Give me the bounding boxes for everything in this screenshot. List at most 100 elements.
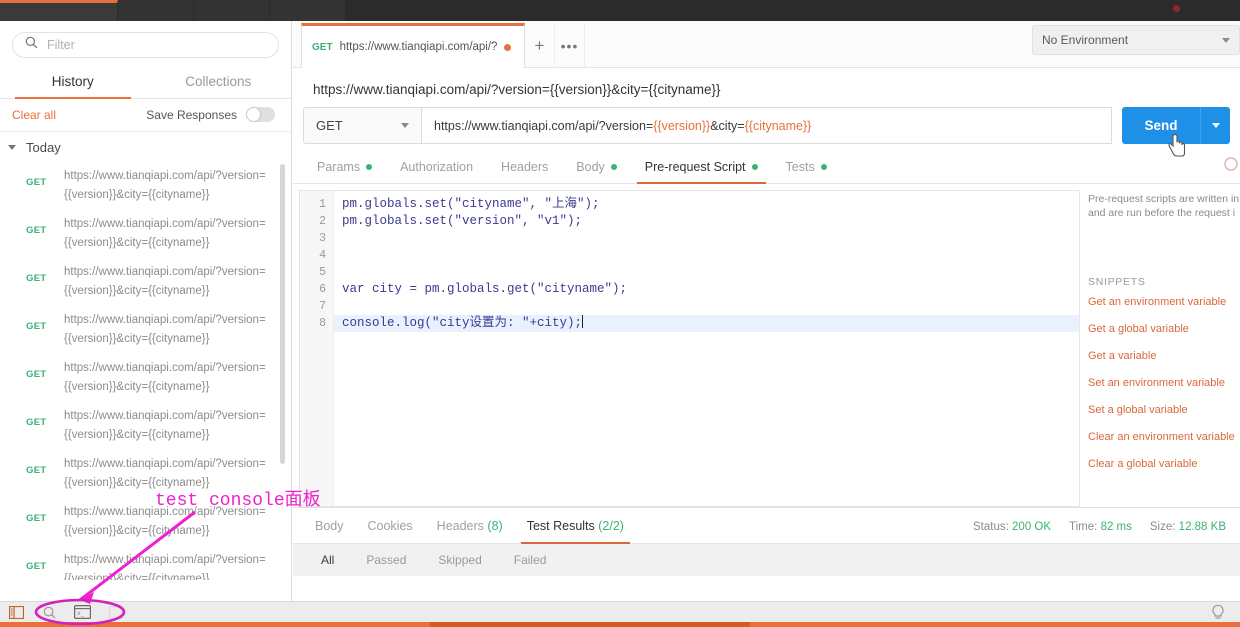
code-content[interactable]: pm.globals.set("cityname", "上海"); pm.glo…	[300, 191, 1079, 332]
response-tab-body[interactable]: Body	[303, 519, 356, 543]
line-number: 6	[319, 283, 326, 296]
filter-skipped[interactable]: Skipped	[422, 544, 497, 576]
status-label: Status:	[973, 521, 1009, 533]
docs-description-line-2: and are run before the request i	[1088, 207, 1236, 219]
sidebar-scrollbar[interactable]	[280, 164, 285, 464]
http-method-badge: GET	[26, 369, 47, 380]
snippet-item[interactable]: Set an environment variable	[1088, 377, 1240, 389]
console-icon[interactable]: >_	[66, 602, 99, 623]
history-item-url: https://www.tianqiapi.com/api/?version={…	[64, 458, 266, 489]
snippets-heading: SNIPPETS	[1088, 276, 1146, 288]
tab-pre-request-script[interactable]: Pre-request Script	[631, 160, 772, 184]
search-input[interactable]	[47, 38, 266, 52]
time-value: 82 ms	[1100, 521, 1132, 533]
request-config-tabs: Params Authorization Headers Body Pre-re…	[293, 144, 1240, 184]
history-item[interactable]: GET https://www.tianqiapi.com/api/?versi…	[0, 546, 291, 580]
history-item[interactable]: GET https://www.tianqiapi.com/api/?versi…	[0, 450, 291, 498]
url-input[interactable]: https://www.tianqiapi.com/api/?version={…	[421, 107, 1112, 144]
snippet-item[interactable]: Clear a global variable	[1088, 458, 1240, 470]
history-item[interactable]: GET https://www.tianqiapi.com/api/?versi…	[0, 306, 291, 354]
http-method-badge: GET	[26, 225, 47, 236]
runner-icon[interactable]	[99, 602, 132, 623]
filter-all[interactable]: All	[305, 544, 350, 576]
http-method-badge: GET	[26, 177, 47, 188]
url-middle: &city=	[710, 118, 745, 133]
tab-pre-request-script-label: Pre-request Script	[644, 160, 746, 174]
window-tab-1[interactable]	[0, 0, 118, 21]
save-responses-toggle[interactable]	[246, 107, 275, 122]
response-tab-cookies-label: Cookies	[367, 519, 413, 533]
code-line-active: console.log("city设置为: "+city);	[300, 315, 1079, 332]
chevron-down-icon	[8, 145, 16, 150]
tab-params-label: Params	[317, 160, 361, 174]
response-tab-headers[interactable]: Headers (8)	[425, 519, 515, 543]
bottom-orange-segment	[430, 622, 750, 627]
snippet-item[interactable]: Get an environment variable	[1088, 296, 1240, 308]
tab-options-button[interactable]: •••	[555, 23, 585, 68]
response-meta: Status: 200 OK Time: 82 ms Size: 12.88 K…	[973, 521, 1226, 533]
history-item[interactable]: GET https://www.tianqiapi.com/api/?versi…	[0, 210, 291, 258]
snippet-item[interactable]: Get a variable	[1088, 350, 1240, 362]
tab-tests-label: Tests	[785, 160, 815, 174]
snippet-item[interactable]: Clear an environment variable	[1088, 431, 1240, 443]
history-item[interactable]: GET https://www.tianqiapi.com/api/?versi…	[0, 162, 291, 210]
script-docs-panel: Pre-request scripts are written in and a…	[1080, 184, 1240, 507]
sidebar-tab-collections[interactable]: Collections	[146, 67, 292, 98]
history-list[interactable]: GET https://www.tianqiapi.com/api/?versi…	[0, 162, 291, 580]
send-button[interactable]: Send	[1122, 107, 1200, 144]
status-badge: Status: 200 OK	[973, 521, 1051, 533]
chevron-down-icon	[1211, 123, 1220, 128]
window-tab-3[interactable]	[194, 0, 270, 21]
find-icon[interactable]	[33, 602, 66, 623]
history-item[interactable]: GET https://www.tianqiapi.com/api/?versi…	[0, 402, 291, 450]
tab-body[interactable]: Body	[562, 160, 631, 183]
http-method-selector[interactable]: GET	[303, 107, 421, 144]
url-variable-version: {{version}}	[653, 118, 711, 133]
snippet-item[interactable]: Set a global variable	[1088, 404, 1240, 416]
tab-headers[interactable]: Headers	[487, 160, 562, 183]
svg-text:>_: >_	[77, 611, 85, 618]
filter-passed[interactable]: Passed	[350, 544, 422, 576]
code-editor[interactable]: 1 2 3 4 5 6 7 8 pm.globals.set("cityname…	[299, 190, 1080, 507]
http-method-value: GET	[316, 118, 343, 133]
sidebar-tab-history[interactable]: History	[0, 67, 146, 99]
http-method-badge: GET	[26, 417, 47, 428]
url-prefix: https://www.tianqiapi.com/api/?version=	[434, 118, 654, 133]
send-options-button[interactable]	[1200, 107, 1230, 144]
filter-failed[interactable]: Failed	[498, 544, 563, 576]
code-line-text: console.log("city设置为: "+city);	[342, 316, 583, 330]
history-item[interactable]: GET https://www.tianqiapi.com/api/?versi…	[0, 498, 291, 546]
tab-tests[interactable]: Tests	[772, 160, 841, 183]
window-tab-2[interactable]	[118, 0, 194, 21]
history-item-url: https://www.tianqiapi.com/api/?version={…	[64, 506, 266, 537]
clear-all-button[interactable]: Clear all	[12, 108, 56, 122]
sidebar-tabs: History Collections	[0, 67, 291, 99]
line-number: 2	[319, 215, 326, 228]
request-title: https://www.tianqiapi.com/api/?version={…	[313, 82, 721, 97]
line-number: 7	[319, 300, 326, 313]
history-group-today[interactable]: Today	[0, 132, 291, 162]
sidebar-toggle-icon[interactable]	[0, 602, 33, 623]
tab-authorization[interactable]: Authorization	[386, 160, 487, 183]
environment-selector[interactable]: No Environment	[1032, 25, 1240, 55]
send-button-group: Send	[1122, 107, 1230, 157]
history-item[interactable]: GET https://www.tianqiapi.com/api/?versi…	[0, 258, 291, 306]
http-method-badge: GET	[26, 273, 47, 284]
tab-title: https://www.tianqiapi.com/api/?	[339, 41, 498, 53]
response-tab-cookies[interactable]: Cookies	[356, 519, 425, 543]
test-result-filters: All Passed Skipped Failed	[293, 544, 1240, 576]
http-method-badge: GET	[26, 321, 47, 332]
new-tab-button[interactable]: +	[525, 23, 555, 68]
response-tab-test-results[interactable]: Test Results (2/2)	[515, 519, 636, 544]
active-indicator-icon	[366, 164, 373, 170]
tab-params[interactable]: Params	[303, 160, 386, 183]
search-input-wrapper[interactable]	[12, 32, 279, 58]
history-item[interactable]: GET https://www.tianqiapi.com/api/?versi…	[0, 354, 291, 402]
snippet-item[interactable]: Get a global variable	[1088, 323, 1240, 335]
cookies-link[interactable]	[1224, 157, 1238, 176]
request-tab-active[interactable]: GET https://www.tianqiapi.com/api/?	[301, 23, 525, 68]
response-tab-test-results-label: Test Results	[526, 519, 595, 533]
window-tab-4[interactable]	[270, 0, 346, 21]
history-item-url: https://www.tianqiapi.com/api/?version={…	[64, 554, 266, 580]
line-number-gutter: 1 2 3 4 5 6 7 8	[300, 191, 334, 506]
